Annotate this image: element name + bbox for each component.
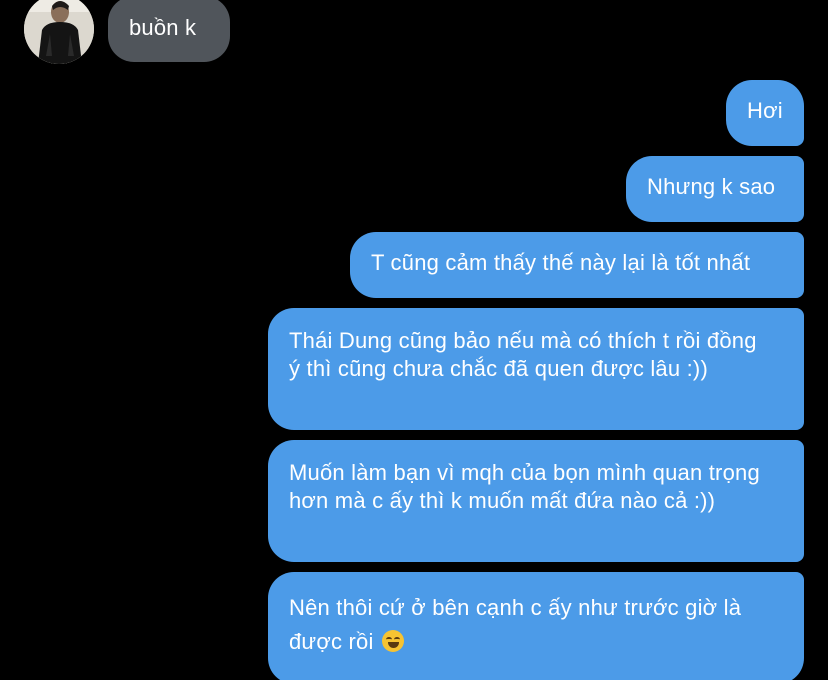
chat-thread: buồn k Hơi Nhưng k sao T cũng cảm thấy t… <box>0 0 828 680</box>
contact-avatar[interactable] <box>24 0 94 64</box>
message-text: buồn k <box>129 15 197 40</box>
message-text: Nên thôi cứ ở bên cạnh c ấy như trước gi… <box>289 595 742 654</box>
message-text: T cũng cảm thấy thế này lại là tốt nhất <box>371 250 751 275</box>
outgoing-message-bubble[interactable]: Nhưng k sao <box>626 156 804 222</box>
person-photo-icon <box>24 0 94 64</box>
rolling-on-floor-laughing-icon <box>381 630 404 652</box>
outgoing-message-bubble[interactable]: Nên thôi cứ ở bên cạnh c ấy như trước gi… <box>268 572 804 680</box>
message-text: Hơi <box>747 98 783 123</box>
message-text: Thái Dung cũng bảo nếu mà có thích t rồi… <box>289 328 757 381</box>
message-text: Nhưng k sao <box>647 174 776 199</box>
message-text: Muốn làm bạn vì mqh của bọn mình quan tr… <box>289 460 760 513</box>
outgoing-message-bubble[interactable]: Hơi <box>726 80 804 146</box>
incoming-message-bubble[interactable]: buồn k <box>108 0 230 62</box>
outgoing-message-bubble[interactable]: Thái Dung cũng bảo nếu mà có thích t rồi… <box>268 308 804 430</box>
outgoing-message-bubble[interactable]: T cũng cảm thấy thế này lại là tốt nhất <box>350 232 804 298</box>
outgoing-message-bubble[interactable]: Muốn làm bạn vì mqh của bọn mình quan tr… <box>268 440 804 562</box>
